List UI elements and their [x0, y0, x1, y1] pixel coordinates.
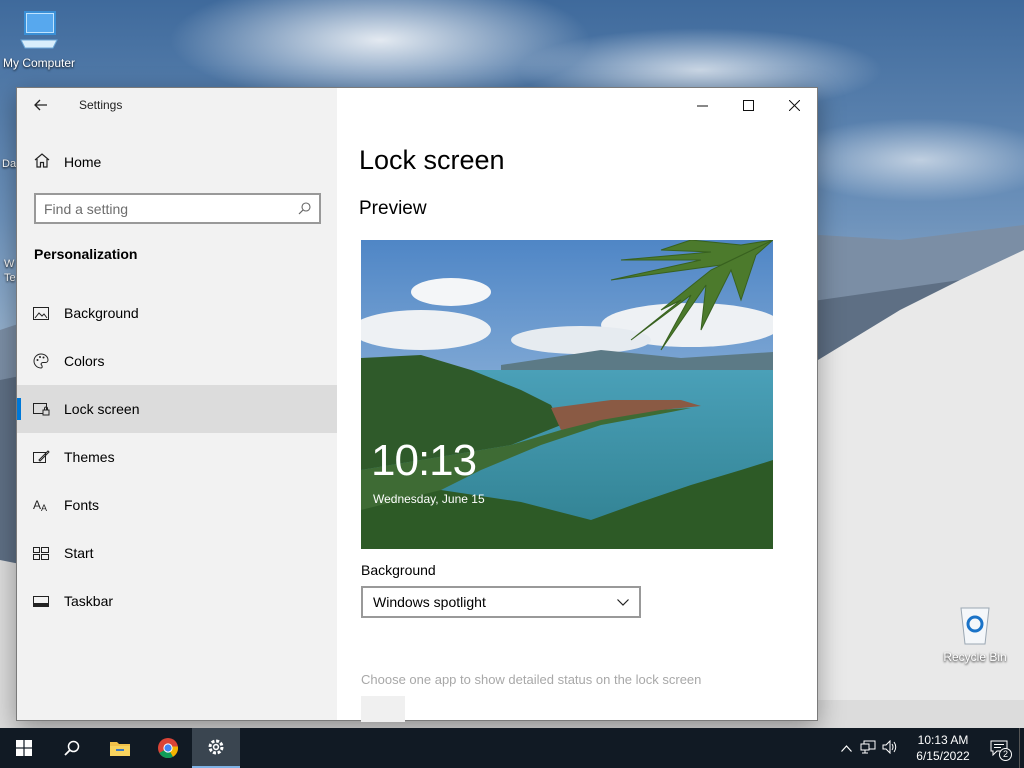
- nav-item-start[interactable]: Start: [17, 529, 337, 577]
- preview-heading: Preview: [359, 198, 427, 219]
- nav-item-label: Fonts: [64, 497, 100, 513]
- back-arrow-icon: [34, 99, 47, 111]
- app-title: Settings: [79, 98, 123, 112]
- picture-icon: [33, 306, 49, 320]
- nav-item-fonts[interactable]: AA Fonts: [17, 481, 337, 529]
- action-center-button[interactable]: 2: [979, 728, 1019, 768]
- lock-screen-preview: 10:13 Wednesday, June 15: [361, 240, 773, 549]
- preview-date: Wednesday, June 15: [373, 492, 485, 506]
- start-icon: [33, 546, 49, 560]
- lock-screen-icon: [33, 402, 50, 415]
- themes-icon: [33, 450, 50, 463]
- network-icon: [860, 740, 876, 753]
- nav-item-label: Start: [64, 545, 94, 561]
- desktop-icon-label: My Computer: [2, 56, 76, 70]
- search-placeholder: Find a setting: [44, 200, 129, 217]
- background-dropdown[interactable]: Windows spotlight: [361, 586, 641, 618]
- desktop-edge-text: Te: [4, 272, 16, 284]
- title-bar: Settings: [17, 88, 337, 122]
- nav-item-background[interactable]: Background: [17, 289, 337, 337]
- page-title: Lock screen: [359, 145, 505, 175]
- file-explorer-icon: [110, 742, 130, 756]
- app-status-hint: Choose one app to show detailed status o…: [361, 672, 702, 687]
- home-icon: [34, 153, 50, 168]
- nav-item-colors[interactable]: Colors: [17, 337, 337, 385]
- nav-item-label: Lock screen: [64, 401, 140, 417]
- recycle-bin-icon: [960, 607, 990, 645]
- clock-date: 6/15/2022: [916, 749, 970, 763]
- notification-count-badge: 2: [999, 748, 1012, 761]
- svg-text:A: A: [41, 503, 47, 512]
- show-desktop-button[interactable]: [1019, 728, 1024, 768]
- settings-icon: [208, 739, 224, 755]
- desktop-icon-my-computer[interactable]: My Computer: [1, 10, 77, 70]
- chevron-up-icon: [840, 745, 852, 752]
- taskbar-clock[interactable]: 10:13 AM 6/15/2022: [907, 732, 979, 764]
- clock-time: 10:13 AM: [917, 733, 969, 747]
- close-button[interactable]: [771, 88, 817, 122]
- app-status-button[interactable]: [361, 696, 405, 722]
- nav-item-label: Taskbar: [64, 593, 114, 609]
- close-icon: [788, 99, 800, 111]
- nav-item-label: Themes: [64, 449, 115, 465]
- taskbar: 10:13 AM 6/15/2022 2: [0, 728, 1024, 768]
- nav-item-label: Colors: [64, 353, 105, 369]
- search-icon: [298, 202, 311, 215]
- computer-icon: [20, 11, 58, 49]
- svg-text:A: A: [33, 498, 41, 512]
- maximize-icon: [742, 99, 754, 111]
- maximize-button[interactable]: [725, 88, 771, 122]
- nav-item-taskbar[interactable]: Taskbar: [17, 577, 337, 625]
- windows-logo-icon: [16, 740, 32, 756]
- background-dropdown-value: Windows spotlight: [373, 594, 486, 610]
- desktop-edge-text: W: [4, 258, 15, 270]
- back-button[interactable]: [17, 88, 65, 122]
- nav-item-label: Background: [64, 305, 139, 321]
- search-icon: [64, 740, 80, 756]
- chevron-down-icon: [617, 598, 629, 606]
- fonts-icon: AA: [33, 498, 47, 512]
- chrome-icon: [158, 738, 179, 759]
- palette-icon: [33, 353, 49, 369]
- system-tray: 10:13 AM 6/15/2022 2: [835, 728, 1024, 768]
- settings-taskbar-button[interactable]: [192, 728, 240, 768]
- desktop-icon-recycle-bin[interactable]: Recycle Bin: [937, 604, 1013, 664]
- nav-item-lock-screen[interactable]: Lock screen: [17, 385, 337, 433]
- preview-time: 10:13: [371, 436, 477, 485]
- desktop-icon-label: Recycle Bin: [943, 650, 1007, 664]
- chrome-button[interactable]: [144, 728, 192, 768]
- nav-item-themes[interactable]: Themes: [17, 433, 337, 481]
- start-button[interactable]: [0, 728, 48, 768]
- section-title: Personalization: [34, 246, 138, 262]
- settings-content-pane: Lock screen Preview 10:13 Wednesday, Jun…: [337, 88, 817, 722]
- settings-window: Settings Home Find a setting Personaliza…: [16, 87, 818, 722]
- search-button[interactable]: [48, 728, 96, 768]
- desktop-edge-text: Da: [2, 158, 17, 170]
- network-button[interactable]: [857, 740, 879, 757]
- minimize-icon: [696, 105, 708, 106]
- background-label: Background: [361, 562, 436, 578]
- personalization-nav-list: Background Colors Lock screen Themes AA …: [17, 289, 337, 625]
- search-input[interactable]: Find a setting: [34, 193, 321, 224]
- taskbar-icon: [33, 595, 49, 607]
- minimize-button[interactable]: [679, 88, 725, 122]
- speaker-icon: [882, 739, 897, 754]
- window-controls: [679, 88, 817, 122]
- home-nav-item[interactable]: Home: [17, 142, 337, 182]
- volume-button[interactable]: [879, 739, 901, 757]
- settings-nav-pane: Settings Home Find a setting Personaliza…: [17, 88, 337, 720]
- show-hidden-icons-button[interactable]: [835, 741, 857, 755]
- file-explorer-button[interactable]: [96, 728, 144, 768]
- home-label: Home: [64, 154, 102, 170]
